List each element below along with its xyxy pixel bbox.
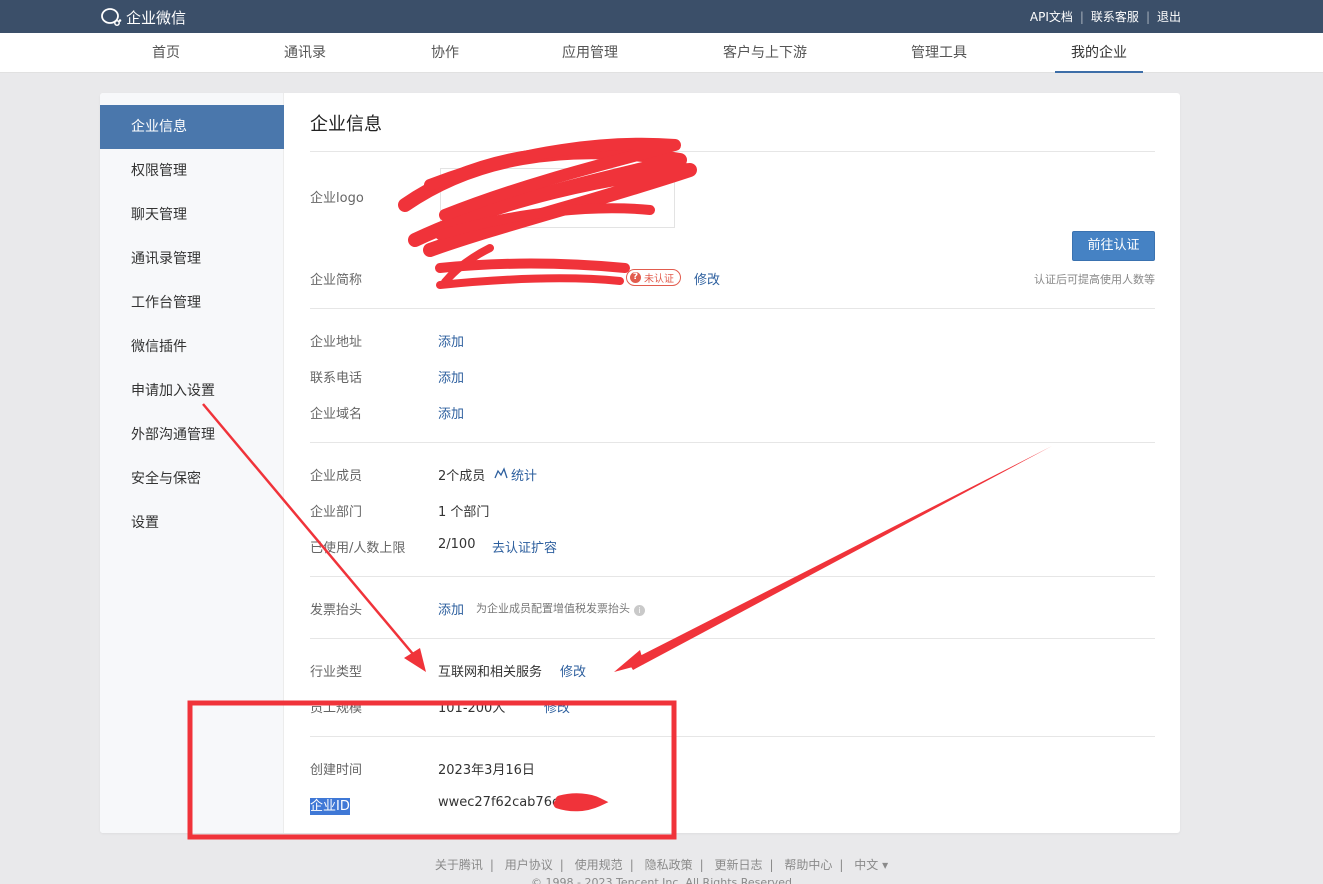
add-domain-link[interactable]: 添加 — [438, 403, 464, 422]
usage-value: 2/100 — [438, 537, 476, 552]
stats-icon — [494, 466, 508, 483]
brand-name: 企业微信 — [126, 8, 187, 27]
sidebar-item-join-settings[interactable]: 申请加入设置 — [100, 369, 284, 413]
invoice-label: 发票抬头 — [310, 603, 363, 618]
sidebar-item-external-communication[interactable]: 外部沟通管理 — [100, 413, 284, 457]
industry-label: 行业类型 — [310, 665, 363, 680]
sidebar-item-settings[interactable]: 设置 — [100, 501, 284, 545]
sidebar-item-wechat-plugin[interactable]: 微信插件 — [100, 325, 284, 369]
invoice-hint: 为企业成员配置增值税发票抬头 i — [476, 600, 645, 616]
divider — [310, 638, 1155, 639]
created-label: 创建时间 — [310, 763, 363, 778]
divider — [310, 442, 1155, 443]
api-docs-link[interactable]: API文档 — [1030, 8, 1073, 25]
footer-link-usage-rules[interactable]: 使用规范 — [575, 858, 623, 872]
members-label: 企业成员 — [310, 469, 363, 484]
logo-label: 企业logo — [310, 191, 364, 206]
short-name-label: 企业简称 — [310, 273, 363, 288]
main-nav: 首页 通讯录 协作 应用管理 客户与上下游 管理工具 我的企业 — [0, 33, 1323, 73]
tab-customers[interactable]: 客户与上下游 — [723, 33, 807, 73]
add-phone-link[interactable]: 添加 — [438, 367, 464, 386]
logo-upload-box[interactable] — [440, 168, 675, 228]
divider: | — [1145, 9, 1150, 24]
caret-down-icon: ▾ — [882, 858, 889, 872]
departments-label: 企业部门 — [310, 505, 363, 520]
expand-capacity-link[interactable]: 去认证扩容 — [492, 537, 557, 556]
divider — [310, 576, 1155, 577]
footer: 关于腾讯 | 用户协议 | 使用规范 | 隐私政策 | 更新日志 | 帮助中心 | 中文 ▾ — [434, 858, 889, 872]
language-select[interactable]: 中文 ▾ — [854, 858, 888, 872]
created-value: 2023年3月16日 — [438, 763, 535, 778]
sidebar-item-permissions[interactable]: 权限管理 — [100, 149, 284, 193]
page-title: 企业信息 — [310, 114, 382, 135]
unverified-badge: ? 未认证 — [626, 268, 681, 286]
brand[interactable]: 企业微信 — [100, 6, 186, 28]
edit-industry-link[interactable]: 修改 — [560, 661, 586, 680]
top-links: API文档 | 联系客服 | 退出 — [1030, 8, 1181, 25]
main-content: 企业信息 企业logo 企业简称 ? 未认证 修改 前往认证 认证后可提高使用人数… — [310, 93, 1155, 833]
copyright: © 1998 - 2023 Tencent Inc. All Rights Re… — [531, 876, 792, 884]
sidebar: 企业信息 权限管理 聊天管理 通讯录管理 工作台管理 微信插件 申请加入设置 外… — [100, 93, 284, 833]
sidebar-item-security[interactable]: 安全与保密 — [100, 457, 284, 501]
wecom-logo-icon — [100, 7, 122, 27]
edit-short-name-link[interactable]: 修改 — [694, 269, 720, 288]
footer-link-changelog[interactable]: 更新日志 — [714, 858, 762, 872]
tab-app-management[interactable]: 应用管理 — [562, 33, 618, 73]
tab-collaboration[interactable]: 协作 — [431, 33, 459, 73]
phone-label: 联系电话 — [310, 371, 363, 386]
footer-link-about[interactable]: 关于腾讯 — [435, 858, 483, 872]
footer-link-user-agreement[interactable]: 用户协议 — [505, 858, 553, 872]
tab-home[interactable]: 首页 — [152, 33, 180, 73]
footer-link-help[interactable]: 帮助中心 — [784, 858, 832, 872]
add-invoice-link[interactable]: 添加 — [438, 599, 464, 618]
divider — [310, 736, 1155, 737]
domain-label: 企业域名 — [310, 407, 363, 422]
members-value: 2个成员 — [438, 469, 486, 484]
industry-value: 互联网和相关服务 — [438, 665, 543, 680]
staff-size-value: 101-200人 — [438, 701, 506, 716]
logout-link[interactable]: 退出 — [1157, 8, 1181, 25]
info-icon[interactable]: i — [634, 605, 645, 616]
sidebar-item-workbench[interactable]: 工作台管理 — [100, 281, 284, 325]
address-label: 企业地址 — [310, 335, 363, 350]
stats-link-label: 统计 — [511, 469, 538, 484]
stats-link[interactable]: 统计 — [494, 465, 537, 484]
enterprise-card: 企业信息 权限管理 聊天管理 通讯录管理 工作台管理 微信插件 申请加入设置 外… — [100, 93, 1180, 833]
add-address-link[interactable]: 添加 — [438, 331, 464, 350]
corp-id-value[interactable]: wwec27f62cab76c — [438, 795, 559, 810]
sidebar-item-enterprise-info[interactable]: 企业信息 — [100, 105, 284, 149]
divider — [310, 151, 1155, 152]
sidebar-item-contacts-management[interactable]: 通讯录管理 — [100, 237, 284, 281]
corp-id-label: 企业ID — [310, 798, 350, 815]
verify-note: 认证后可提高使用人数等 — [1034, 273, 1155, 286]
usage-label: 已使用/人数上限 — [310, 541, 406, 556]
footer-link-privacy[interactable]: 隐私政策 — [645, 858, 693, 872]
divider — [310, 308, 1155, 309]
top-bar: 企业微信 API文档 | 联系客服 | 退出 — [0, 0, 1323, 33]
sidebar-item-chat-management[interactable]: 聊天管理 — [100, 193, 284, 237]
edit-staff-size-link[interactable]: 修改 — [544, 697, 570, 716]
divider: | — [1079, 9, 1084, 24]
staff-size-label: 员工规模 — [310, 701, 363, 716]
tab-my-enterprise[interactable]: 我的企业 — [1055, 33, 1143, 73]
question-icon: ? — [630, 272, 641, 283]
contact-support-link[interactable]: 联系客服 — [1091, 8, 1139, 25]
departments-value: 1 个部门 — [438, 505, 490, 520]
tab-contacts[interactable]: 通讯录 — [284, 33, 326, 73]
tab-management-tools[interactable]: 管理工具 — [911, 33, 967, 73]
verify-button[interactable]: 前往认证 — [1072, 231, 1155, 261]
